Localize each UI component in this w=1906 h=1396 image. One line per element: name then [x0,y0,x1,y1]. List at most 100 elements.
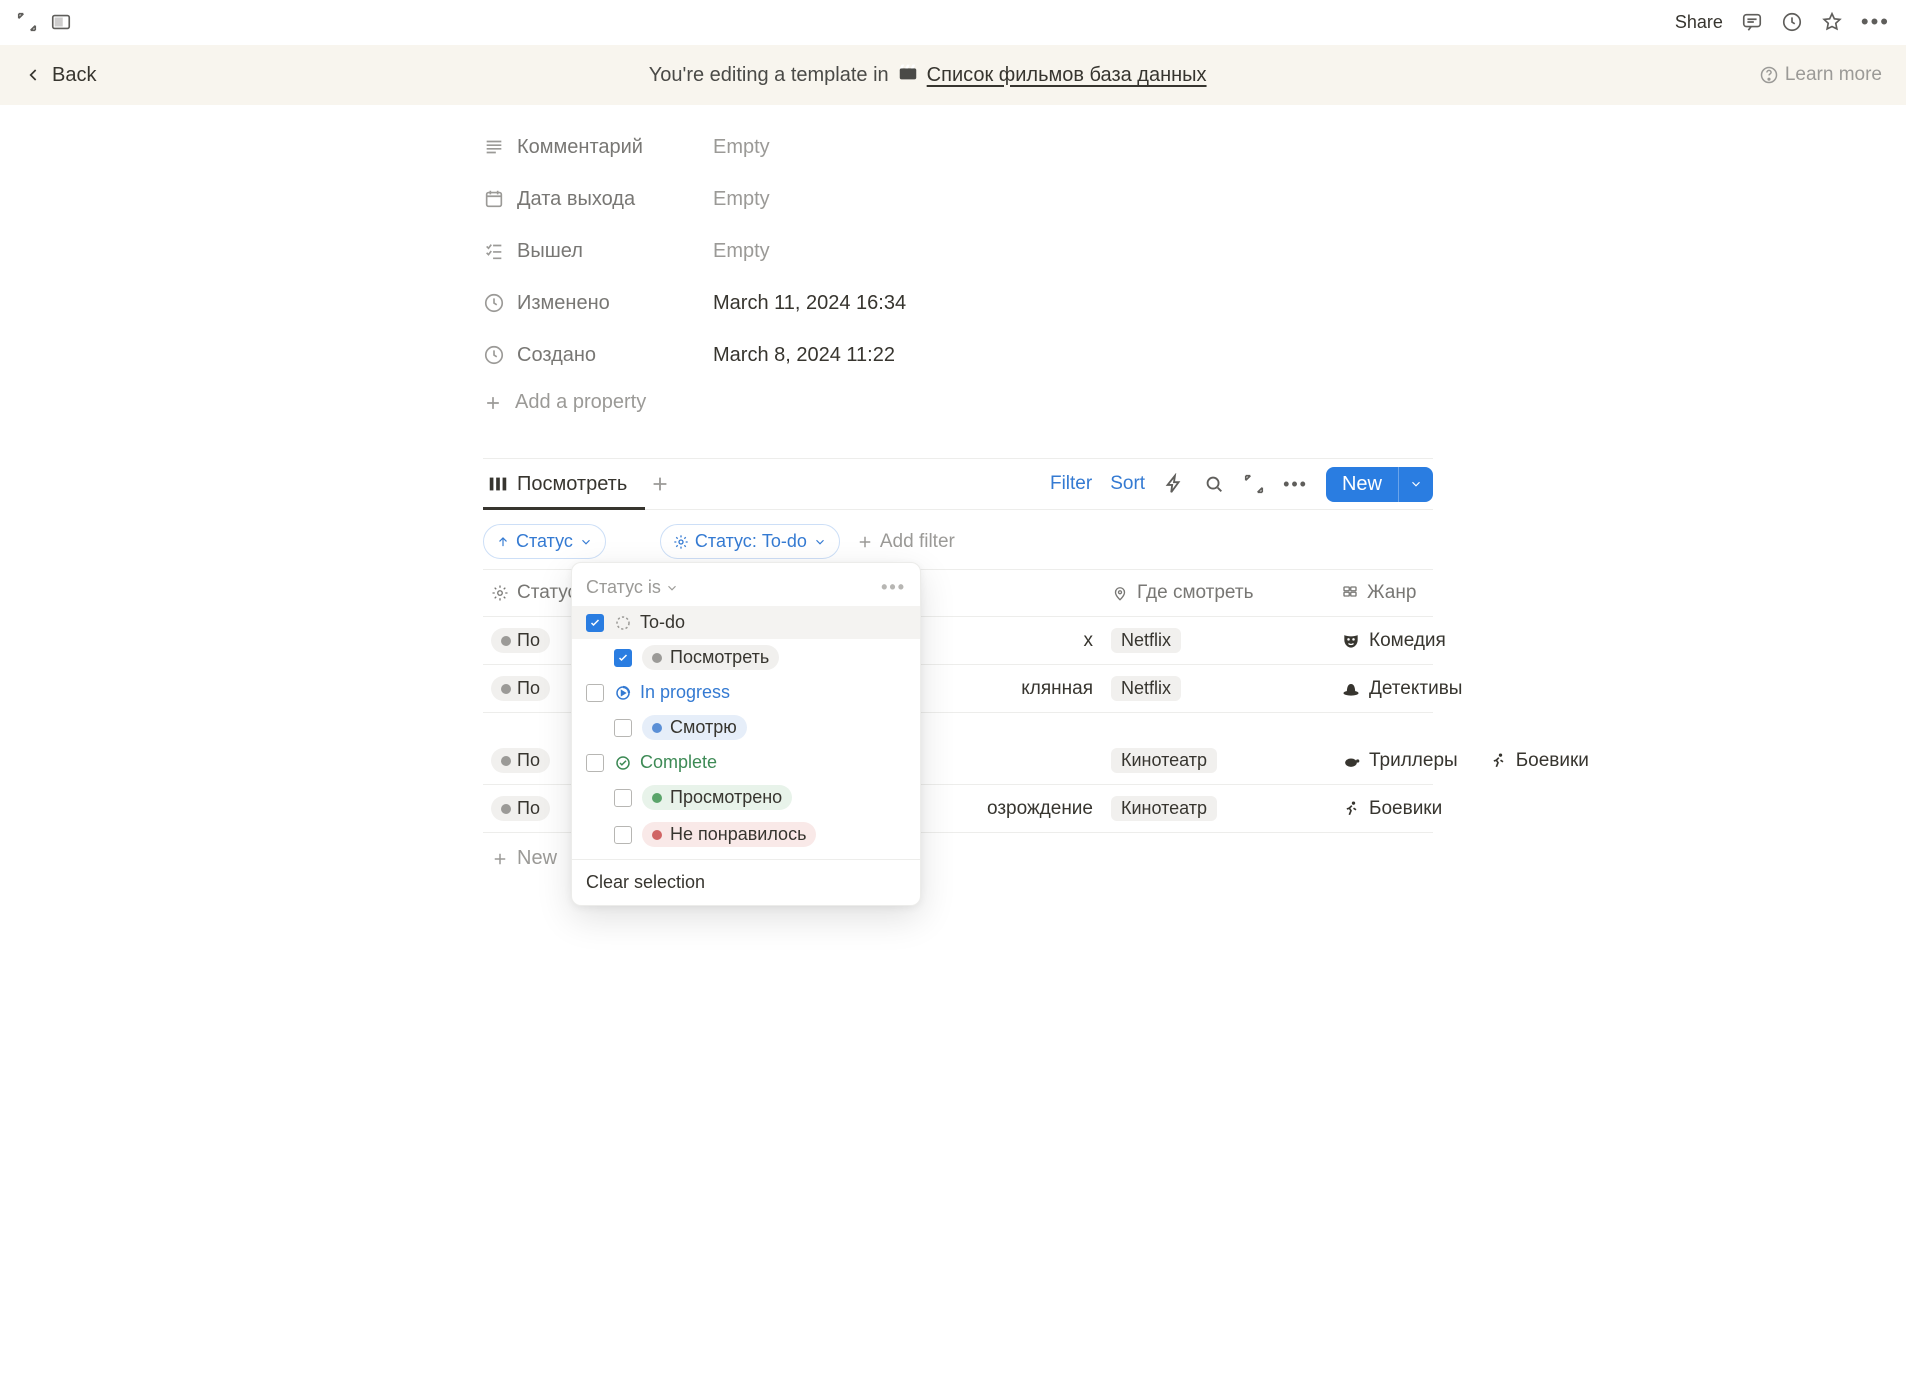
comments-icon[interactable] [1741,11,1763,33]
checkbox[interactable] [614,719,632,737]
property-name: Дата выхода [517,188,635,211]
status-chip: По [491,748,550,773]
template-name-link[interactable]: Список фильмов база данных [927,64,1207,87]
new-button-label[interactable]: New [1326,467,1398,502]
back-label: Back [52,64,96,87]
template-banner: Back You're editing a template in Список… [0,45,1906,105]
cell-where[interactable]: Netflix [1103,676,1333,701]
property-name: Изменено [517,292,610,315]
property-row[interactable]: Комментарий Empty [483,121,1433,173]
new-button-caret[interactable] [1399,467,1433,502]
property-row[interactable]: Дата выхода Empty [483,173,1433,225]
view-tab[interactable]: Посмотреть [483,473,631,496]
search-icon[interactable] [1203,473,1225,495]
sort-button[interactable]: Sort [1110,473,1145,495]
peek-icon[interactable] [50,11,72,33]
status-filter-pill[interactable]: Статус: To-do [660,524,840,559]
cell-genre[interactable]: Триллеры Боевики [1333,750,1589,772]
checkbox[interactable] [586,754,604,772]
cell-where[interactable]: Netflix [1103,628,1333,653]
cell-genre[interactable]: Комедия [1333,630,1446,652]
filter-option[interactable]: Просмотрено [572,779,920,816]
automations-icon[interactable] [1163,473,1185,495]
property-label: Вышел [483,240,713,263]
add-property-button[interactable]: Add a property [483,391,1433,414]
property-icon [483,188,505,210]
genre-icon [1341,751,1361,771]
new-row-label: New [517,847,557,870]
property-name: Комментарий [517,136,643,159]
property-row[interactable]: ВышелEmpty [483,225,1433,277]
status-option-label: Смотрю [670,717,737,738]
filter-option[interactable]: Смотрю [572,709,920,746]
new-button[interactable]: New [1326,467,1433,502]
updates-icon[interactable] [1781,11,1803,33]
share-button[interactable]: Share [1675,12,1723,33]
status-option-label: Посмотреть [670,647,769,668]
col-header-genre[interactable]: Жанр [1333,582,1433,604]
property-value[interactable]: Empty [713,240,770,263]
property-icon [483,240,505,262]
property-row[interactable]: Изменено March 11, 2024 16:34 [483,277,1433,329]
checkbox[interactable] [614,789,632,807]
sort-pill[interactable]: Статус [483,524,606,559]
expand-icon[interactable] [1243,473,1265,495]
name-text: x [1084,630,1094,652]
col-header-where[interactable]: Где смотреть [1103,582,1333,604]
topbar-left [16,11,72,33]
status-text: По [517,798,540,819]
back-button[interactable]: Back [24,64,96,87]
property-value[interactable]: Empty [713,136,770,159]
checkbox[interactable] [586,684,604,702]
genre-icon [1341,679,1361,699]
dropdown-title-prop: Статус [586,577,643,598]
property-row[interactable]: СозданоMarch 8, 2024 11:22 [483,329,1433,381]
filter-row: Статус Статус: To-do Add filter Статус i… [483,510,1433,569]
group-label: Complete [614,752,717,773]
cell-where[interactable]: Кинотеатр [1103,796,1333,821]
view-more-icon[interactable]: ••• [1283,474,1308,495]
property-value[interactable]: Empty [713,188,770,211]
cell-where[interactable]: Кинотеатр [1103,748,1333,773]
cell-genre[interactable]: Боевики [1333,798,1442,820]
collapse-icon[interactable] [16,11,38,33]
checkbox[interactable] [614,826,632,844]
filter-group-complete[interactable]: Complete [572,746,920,779]
filter-option[interactable]: Не понравилось [572,816,920,853]
property-value[interactable]: March 11, 2024 16:34 [713,292,906,315]
dropdown-title-op[interactable]: is [648,577,661,598]
genre-label: Боевики [1369,798,1442,820]
more-icon[interactable]: ••• [1861,9,1890,35]
genre-label: Боевики [1516,750,1589,772]
add-filter-button[interactable]: Add filter [856,531,955,553]
name-text: озрождение [987,798,1093,820]
group-label: To-do [614,612,685,633]
clear-selection-button[interactable]: Clear selection [572,859,920,905]
view-tab-label: Посмотреть [517,473,627,496]
filter-group-to-do[interactable]: To-do [572,606,920,639]
add-view-icon[interactable] [649,473,671,495]
add-filter-label: Add filter [880,531,955,553]
where-chip: Netflix [1111,676,1181,701]
banner-prefix: You're editing a template in [649,64,889,87]
favorite-icon[interactable] [1821,11,1843,33]
learn-more-button[interactable]: Learn more [1759,64,1882,86]
genre-icon [1488,751,1508,771]
property-icon [483,344,505,366]
status-text: По [517,630,540,651]
property-value[interactable]: March 8, 2024 11:22 [713,344,895,367]
status-option-chip: Не понравилось [642,822,816,847]
genre-tag: Триллеры [1341,750,1458,772]
filter-group-in-progress[interactable]: In progress [572,676,920,709]
genre-label: Детективы [1369,678,1462,700]
dropdown-more-icon[interactable]: ••• [881,577,906,598]
filter-button[interactable]: Filter [1050,473,1092,495]
topbar-right: Share ••• [1675,9,1890,35]
property-label: Комментарий [483,136,713,159]
checkbox[interactable] [614,649,632,667]
checkbox[interactable] [586,614,604,632]
filter-option[interactable]: Посмотреть [572,639,920,676]
status-chip: По [491,796,550,821]
where-chip: Netflix [1111,628,1181,653]
cell-genre[interactable]: Детективы [1333,678,1462,700]
